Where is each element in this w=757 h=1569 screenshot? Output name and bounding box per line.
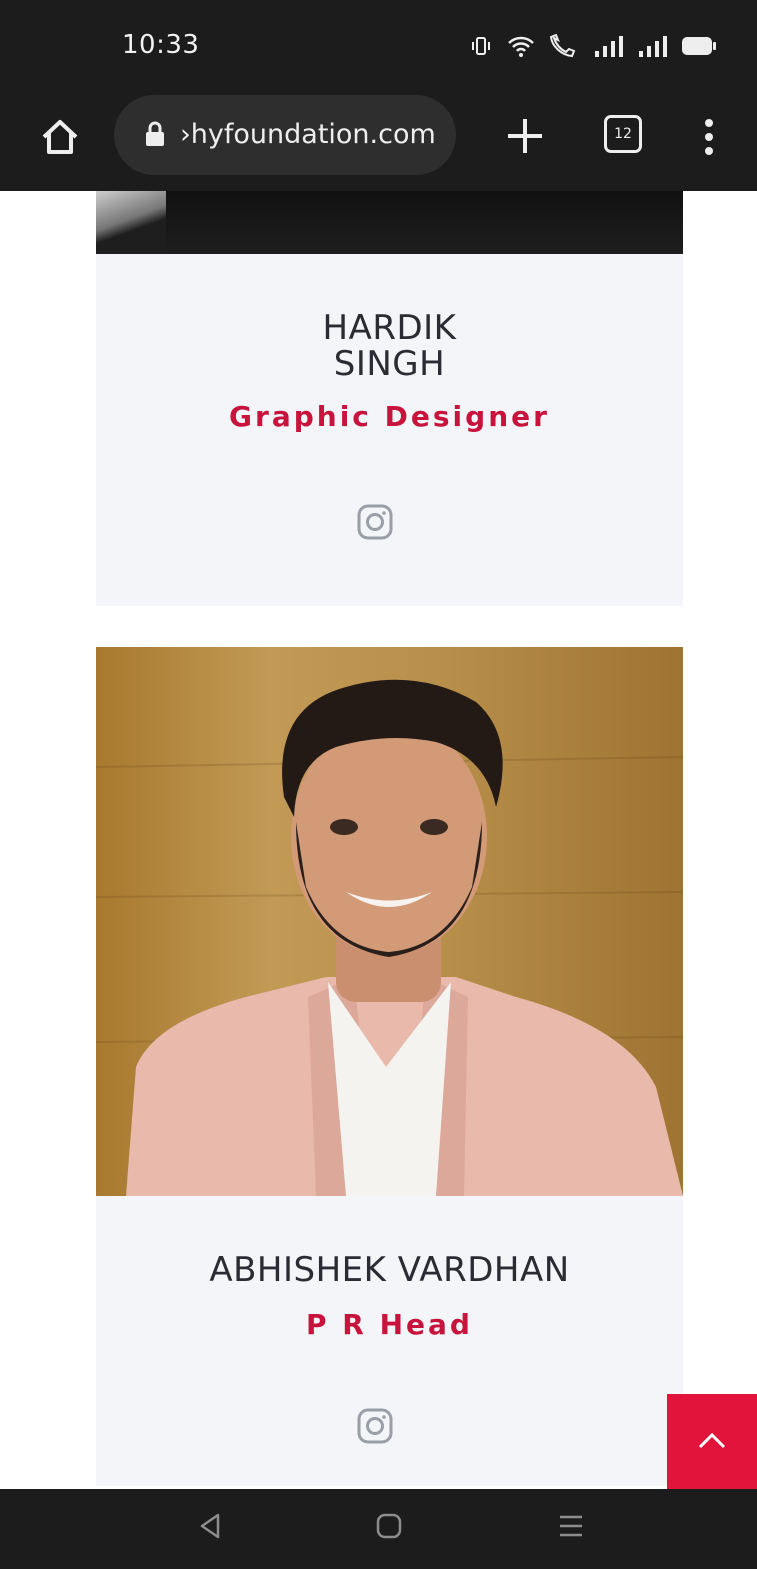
status-icons (469, 34, 717, 58)
recents-icon[interactable] (556, 1511, 586, 1541)
chevron-up-icon (698, 1432, 726, 1449)
member-photo-abhishek (96, 647, 683, 1196)
team-card-1: HARDIK SINGH Graphic Designer (96, 254, 683, 606)
instagram-icon[interactable] (355, 502, 395, 542)
browser-toolbar: ›hyfoundation.com 12 (0, 95, 757, 191)
home-icon[interactable] (38, 115, 82, 159)
url-text: ›hyfoundation.com (180, 119, 436, 150)
member-role: P R Head (306, 1308, 473, 1341)
team-card-2: ABHISHEK VARDHAN P R Head (96, 1196, 683, 1486)
system-nav-bar (0, 1489, 757, 1569)
back-icon[interactable] (196, 1511, 224, 1541)
plus-icon[interactable] (502, 113, 548, 159)
back-to-top-button[interactable] (667, 1394, 757, 1489)
member-role: Graphic Designer (229, 400, 550, 433)
member-photo-hardik (96, 191, 683, 254)
signal-icon (639, 36, 667, 57)
wifi-icon (508, 36, 534, 57)
member-name: HARDIK SINGH (322, 308, 457, 384)
instagram-icon[interactable] (355, 1406, 395, 1446)
address-bar[interactable]: ›hyfoundation.com (114, 95, 456, 175)
volte-call-icon (549, 34, 576, 58)
tab-count: 12 (614, 126, 632, 142)
overflow-menu-icon[interactable] (700, 117, 718, 157)
status-bar: 10:33 (0, 0, 757, 95)
battery-icon (682, 37, 716, 55)
home-icon[interactable] (374, 1511, 404, 1541)
member-name: ABHISHEK VARDHAN (209, 1250, 570, 1290)
status-time: 10:33 (122, 30, 200, 60)
vibrate-icon (472, 37, 490, 55)
signal-icon (595, 36, 623, 57)
tab-switcher-icon[interactable]: 12 (604, 115, 642, 153)
lock-icon (146, 121, 164, 146)
